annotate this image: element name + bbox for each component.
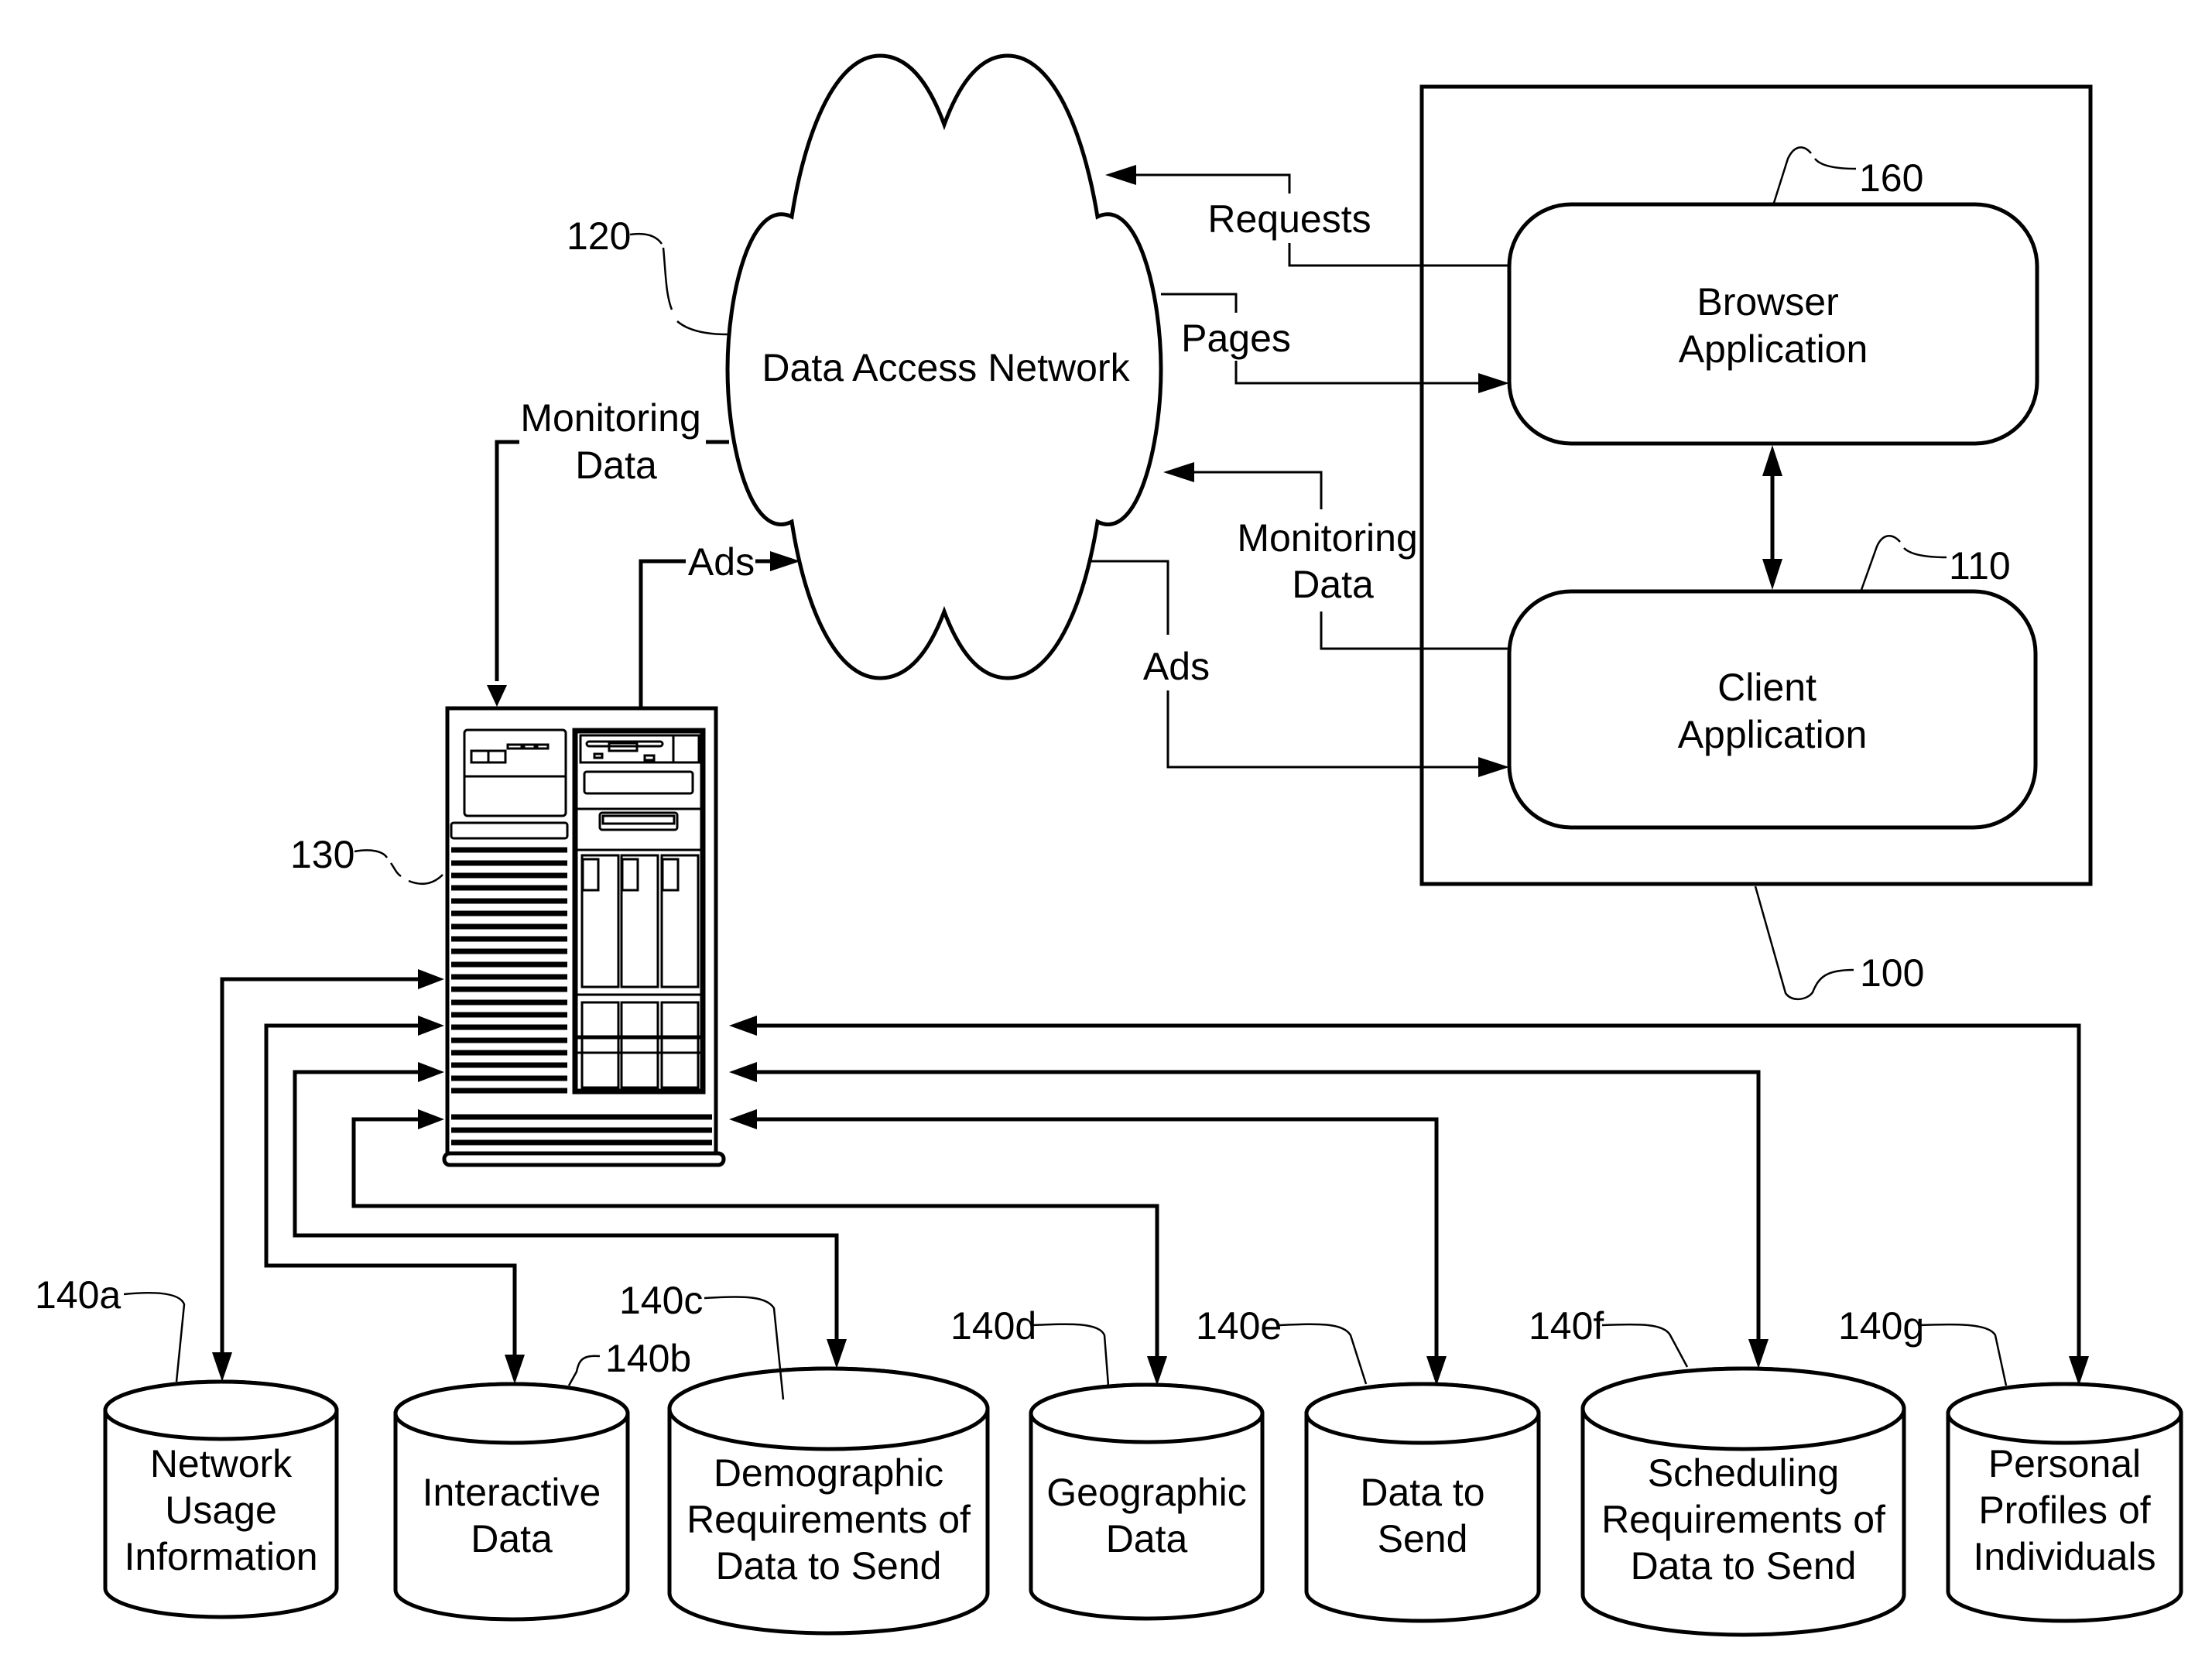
browser-application: Browser Application <box>1507 202 2039 446</box>
database-ref-label: 140f <box>1529 1304 1604 1348</box>
pages-flow: Pages <box>1161 293 1509 393</box>
database-140c: Demographic Requirements of Data to Send 14… <box>619 1279 990 1636</box>
database-ref-label: 140c <box>619 1279 703 1322</box>
requests-flow: Requests <box>1105 165 1509 267</box>
data-access-network: Data Access Network <box>725 53 1163 680</box>
route-140a <box>212 969 444 1382</box>
database-label-line: Data to <box>1360 1471 1484 1514</box>
ads-left-flow: Ads <box>639 540 800 708</box>
database-label-line: Profiles of <box>1978 1489 2150 1532</box>
database-140f: Scheduling Requirements of Data to Send 140… <box>1529 1304 1906 1637</box>
monitoring-left-label: Monitoring Data <box>520 396 711 487</box>
browser-label-line-2: Application <box>1679 327 1868 371</box>
database-label-line: Data <box>1106 1517 1188 1561</box>
browser-ref-leader <box>1772 146 1857 204</box>
ads-right-arrowhead <box>1478 757 1509 777</box>
database-140b: Interactive Data 140b <box>393 1337 691 1622</box>
database-ref-label: 140e <box>1196 1304 1282 1348</box>
client-label-line-2: Application <box>1678 713 1868 756</box>
server-tower-icon <box>442 706 726 1167</box>
monitoring-right-arrowhead <box>1163 462 1194 482</box>
database-ref-leader <box>1278 1323 1368 1385</box>
database-group: Network Usage Information140aInteractive Da… <box>35 1273 2183 1637</box>
database-label-line: Network <box>150 1442 293 1485</box>
browser-client-double-arrow <box>1762 445 1782 590</box>
client-ref-label: 110 <box>1949 544 2011 588</box>
client-ref-leader <box>1860 535 1947 591</box>
database-ref-label: 140b <box>605 1337 691 1380</box>
pages-arrowhead <box>1478 373 1509 393</box>
database-label-line: Interactive <box>423 1471 601 1514</box>
database-label-line: Personal <box>1988 1442 2141 1485</box>
requests-arrowhead <box>1105 165 1136 185</box>
ads-right-label: Ads <box>1143 645 1210 688</box>
ads-left-label: Ads <box>688 540 755 584</box>
browser-label-line-1: Browser <box>1697 280 1838 324</box>
database-label: Demographic Requirements of Data to Send <box>687 1451 971 1588</box>
database-label-line: Requirements of <box>687 1498 971 1541</box>
database-cylinder-top <box>103 1379 339 1441</box>
database-ref-label: 140d <box>950 1304 1036 1348</box>
server-ref-leader <box>354 849 443 885</box>
database-label-line: Individuals <box>1973 1535 2156 1578</box>
database-label-line: Data <box>471 1517 553 1561</box>
database-140a: Network Usage Information 140a <box>35 1273 339 1619</box>
database-label-line: Requirements of <box>1601 1498 1885 1541</box>
monitoring-left-arrowhead <box>487 685 507 707</box>
database-ref-leader <box>1032 1323 1110 1386</box>
database-ref-label: 140g <box>1838 1304 1924 1348</box>
system-diagram: Data Access Network 120 100 Browser Appl… <box>35 53 2183 1637</box>
database-label-line: Geographic <box>1046 1471 1247 1514</box>
network-label: Data Access Network <box>762 346 1130 389</box>
database-140d: Geographic Data 140d <box>950 1304 1265 1621</box>
database-label-line: Send <box>1378 1517 1468 1561</box>
database-ref-leader <box>123 1291 186 1382</box>
pages-label: Pages <box>1181 317 1291 360</box>
database-label-line: Scheduling <box>1648 1451 1839 1495</box>
monitoring-right-label: Monitoring Data <box>1237 516 1428 606</box>
client-label-line-1: Client <box>1717 666 1817 709</box>
database-cylinder-top <box>1029 1382 1265 1444</box>
client-application-box <box>1507 589 2038 830</box>
database-cylinder-top <box>1946 1382 2183 1445</box>
server-ref-label: 130 <box>290 833 354 876</box>
database-ref-leader <box>567 1355 601 1386</box>
database-label-line: Demographic <box>714 1451 943 1495</box>
database-label: Personal Profiles of Individuals <box>1973 1442 2156 1578</box>
database-ref-leader <box>1919 1323 2008 1386</box>
database-cylinder-top <box>1304 1382 1541 1445</box>
requests-label: Requests <box>1207 197 1371 241</box>
database-label-line: Information <box>124 1535 317 1578</box>
client-system-ref-label: 100 <box>1860 951 1924 995</box>
database-ref-leader <box>1601 1323 1689 1368</box>
client-application: Client Application <box>1507 589 2038 830</box>
database-cylinder-top <box>393 1382 630 1445</box>
database-ref-label: 140a <box>35 1273 121 1317</box>
network-ref-leader <box>629 232 728 336</box>
database-cylinder-top <box>667 1366 990 1451</box>
database-label-line: Data to Send <box>1631 1544 1857 1588</box>
browser-application-box <box>1507 202 2039 446</box>
monitoring-data-right-flow: Monitoring Data <box>1163 462 1509 650</box>
browser-ref-label: 160 <box>1859 156 1923 200</box>
network-ref-label: 120 <box>567 214 631 258</box>
database-label-line: Usage <box>165 1489 277 1532</box>
client-system-ref-leader <box>1754 886 1854 1000</box>
database-cylinder-top <box>1580 1366 1906 1451</box>
database-label-line: Data to Send <box>716 1544 942 1588</box>
